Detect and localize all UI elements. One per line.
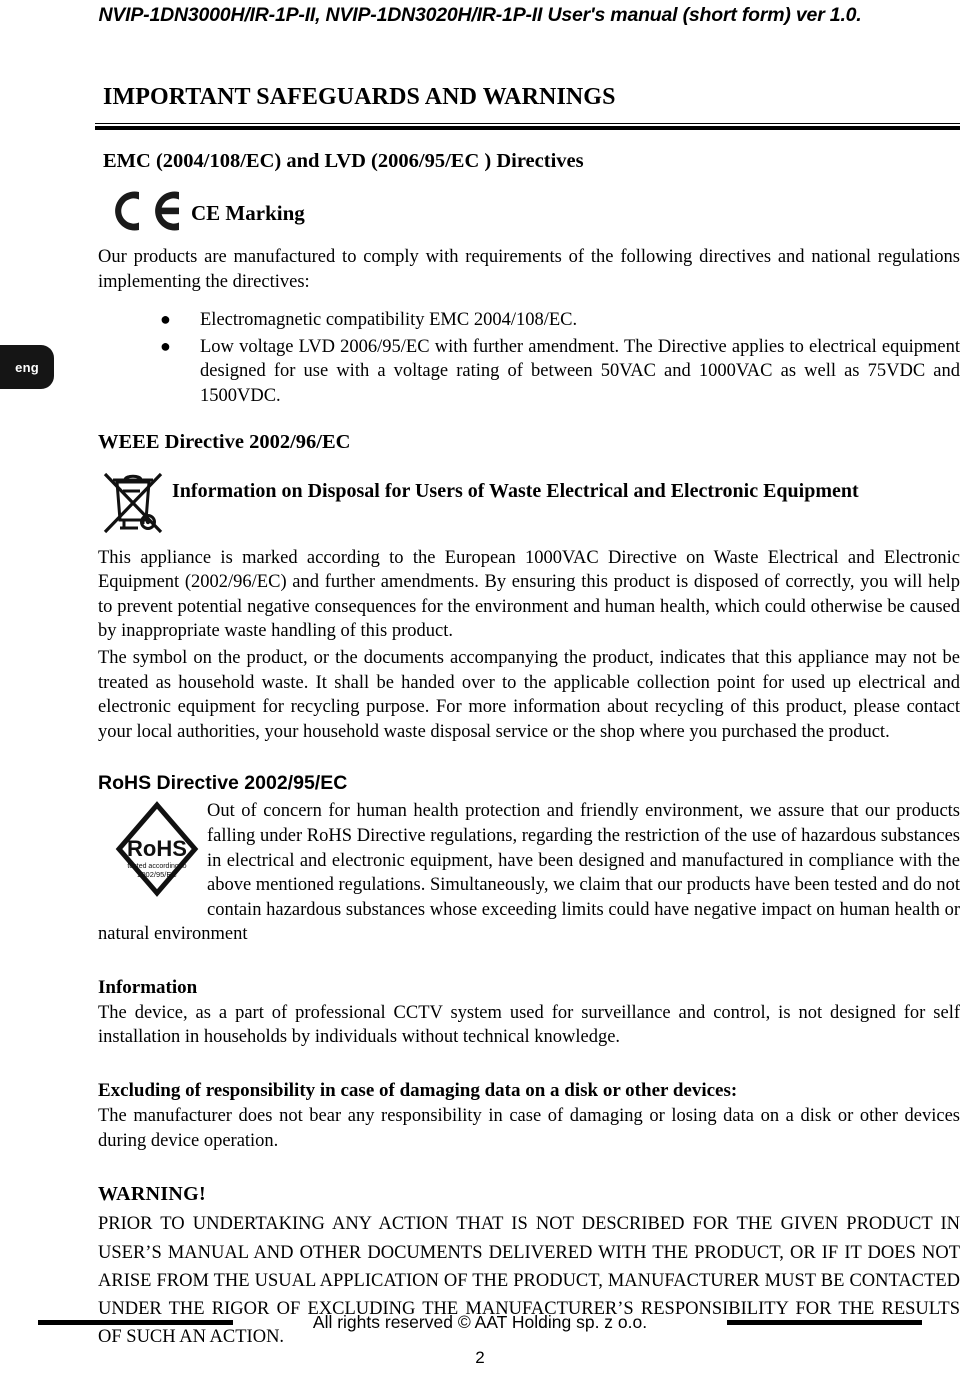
- weee-paragraph-2: The symbol on the product, or the docume…: [98, 647, 960, 742]
- weee-icon-row: Information on Disposal for Users of Was…: [100, 462, 960, 536]
- list-item: ● Electromagnetic compatibility EMC 2004…: [160, 308, 960, 333]
- page-number: 2: [475, 1348, 485, 1367]
- ce-marking-row: CE Marking: [109, 191, 960, 235]
- bullet-icon: ●: [160, 335, 171, 356]
- page-title: IMPORTANT SAFEGUARDS AND WARNINGS: [103, 84, 616, 110]
- emc-intro-paragraph: Our products are manufactured to comply …: [98, 247, 960, 292]
- title-divider: [95, 123, 960, 130]
- content-column: IMPORTANT SAFEGUARDS AND WARNINGS EMC (2…: [95, 0, 960, 1352]
- list-item-label: Low voltage LVD 2006/95/EC with further …: [200, 336, 960, 406]
- rohs-logo-text: RoHS: [127, 836, 187, 861]
- information-paragraph: The device, as a part of professional CC…: [98, 1002, 960, 1048]
- weee-paragraph-1: This appliance is marked according to th…: [98, 547, 960, 642]
- emc-lvd-heading: EMC (2004/108/EC) and LVD (2006/95/EC ) …: [103, 150, 584, 172]
- crossed-out-wheeled-bin-icon: [100, 462, 166, 539]
- footer-rule-right: [727, 1320, 923, 1325]
- list-item-label: Electromagnetic compatibility EMC 2004/1…: [200, 310, 578, 331]
- rohs-logo-icon: RoHS tested according to 2002/95/EC: [113, 799, 201, 899]
- ce-marking-label: CE Marking: [191, 200, 305, 225]
- weee-icon-label: Information on Disposal for Users of Was…: [172, 479, 859, 502]
- rohs-paragraph: Out of concern for human health protecti…: [98, 801, 960, 945]
- language-tab-eng[interactable]: eng: [0, 345, 54, 389]
- rohs-logo-subtext-2: 2002/95/EC: [137, 870, 177, 879]
- footer-copyright: All rights reserved © AAT Holding sp. z …: [312, 1312, 648, 1332]
- excluding-responsibility-paragraph: The manufacturer does not bear any respo…: [98, 1106, 960, 1151]
- rohs-heading: RoHS Directive 2002/95/EC: [98, 772, 348, 795]
- ce-marking-icon: [109, 189, 185, 238]
- information-heading: Information: [98, 976, 198, 998]
- rohs-logo-subtext-1: tested according to: [127, 863, 186, 870]
- document-page: NVIP-1DN3000H/IR-1P-II, NVIP-1DN3020H/IR…: [0, 0, 960, 1380]
- list-item: ● Low voltage LVD 2006/95/EC with furthe…: [160, 335, 960, 409]
- bullet-icon: ●: [160, 309, 171, 330]
- emc-directives-list: ● Electromagnetic compatibility EMC 2004…: [95, 308, 960, 408]
- footer-rule-left: [37, 1320, 233, 1325]
- language-tab-label: eng: [15, 359, 39, 375]
- page-footer: All rights reserved © AAT Holding sp. z …: [0, 1312, 960, 1338]
- excluding-responsibility-heading: Excluding of responsibility in case of d…: [98, 1080, 738, 1102]
- warning-heading: WARNING!: [98, 1183, 206, 1206]
- weee-heading: WEEE Directive 2002/96/EC: [98, 430, 351, 453]
